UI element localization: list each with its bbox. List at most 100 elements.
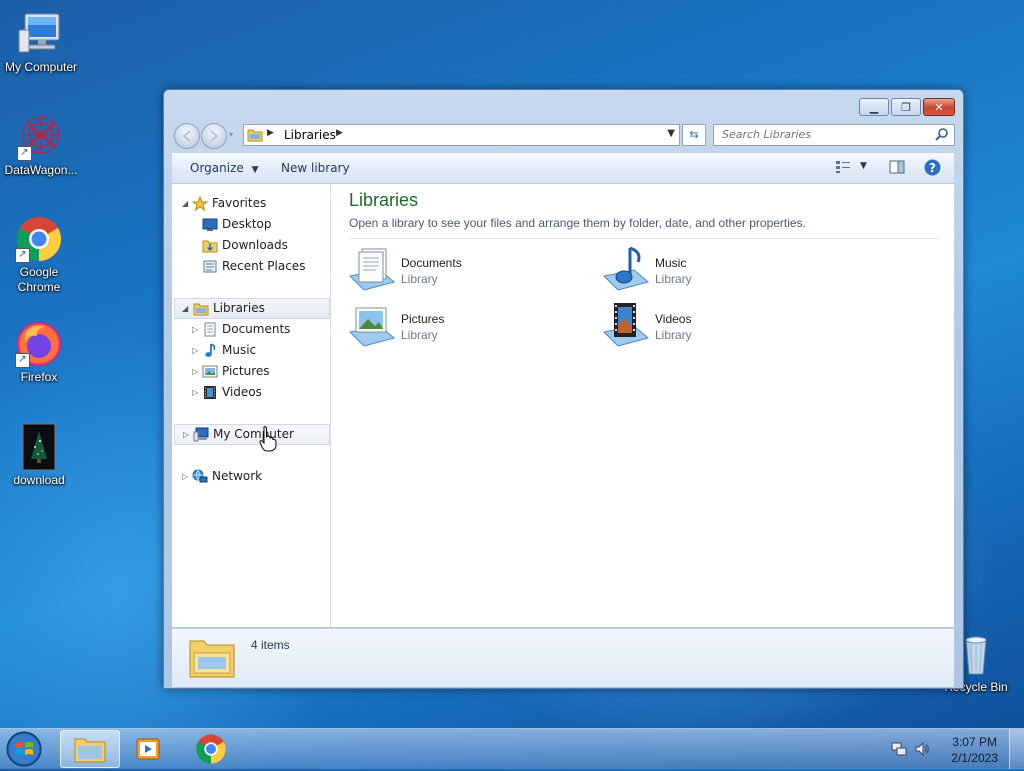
- tree-item-label: Documents: [222, 322, 291, 336]
- tree-item-label: Music: [222, 343, 257, 357]
- header-divider: [349, 238, 940, 239]
- collapsed-arrow-icon[interactable]: ▷: [182, 467, 188, 486]
- downloads-folder-icon: [202, 240, 218, 253]
- view-options-dropdown[interactable]: ▼: [860, 161, 867, 171]
- library-item-music[interactable]: Music Library: [602, 246, 832, 296]
- hand-cursor-icon: [259, 426, 277, 452]
- chrome-icon: ↗: [15, 215, 63, 263]
- tree-network[interactable]: ▷ Network: [174, 467, 328, 486]
- forward-button[interactable]: [201, 123, 227, 149]
- image-file-icon: [15, 423, 63, 471]
- desktop-icon-label: DataWagon...: [4, 163, 78, 177]
- breadcrumb-libraries[interactable]: Libraries: [284, 128, 336, 142]
- desktop-icon-firefox[interactable]: ↗ Firefox: [0, 320, 80, 385]
- network-icon: [192, 469, 208, 483]
- back-button[interactable]: [174, 123, 200, 149]
- maximize-button[interactable]: ❐: [891, 98, 921, 116]
- desktop-icon-download[interactable]: download: [0, 423, 80, 488]
- close-icon: ✕: [934, 100, 944, 114]
- refresh-button[interactable]: ⇆: [682, 124, 706, 146]
- restore-icon: ❐: [901, 100, 911, 114]
- page-subtitle: Open a library to see your files and arr…: [349, 216, 806, 230]
- taskbar: 3:07 PM 2/1/2023: [0, 728, 1024, 769]
- library-item-pictures[interactable]: Pictures Library: [348, 302, 578, 352]
- pictures-library-icon: [348, 307, 396, 347]
- library-item-name: Pictures: [401, 312, 445, 326]
- close-button[interactable]: ✕: [923, 98, 955, 116]
- recent-places-icon: [203, 260, 217, 273]
- tree-favorites[interactable]: ◢ Favorites: [172, 194, 328, 213]
- library-item-name: Videos: [655, 312, 692, 326]
- expanded-arrow-icon[interactable]: ◢: [182, 299, 188, 318]
- tree-item-label: Downloads: [222, 238, 288, 252]
- taskbar-media-player-button[interactable]: [120, 730, 178, 766]
- preview-pane-button[interactable]: [889, 160, 905, 177]
- command-bar: Organize ▼ New library ▼ ?: [172, 153, 954, 184]
- help-button[interactable]: ?: [924, 159, 941, 179]
- page-title: Libraries: [349, 190, 419, 210]
- recent-pages-dropdown[interactable]: ▾: [229, 130, 233, 139]
- chrome-icon: [196, 734, 226, 764]
- tree-item-label: Recent Places: [222, 259, 306, 273]
- library-item-type: Library: [401, 272, 438, 286]
- preview-pane-icon: [889, 160, 905, 174]
- tree-my-computer[interactable]: ▷ My Computer: [174, 424, 330, 445]
- tree-item-documents[interactable]: ▷ Documents: [172, 320, 328, 339]
- desktop-icon-google-chrome[interactable]: ↗ Google Chrome: [0, 215, 80, 295]
- change-view-button[interactable]: [835, 160, 851, 177]
- computer-icon: [17, 10, 65, 58]
- forward-arrow-icon: [210, 130, 219, 142]
- volume-tray-icon[interactable]: [914, 741, 930, 757]
- firefox-icon: ↗: [15, 320, 63, 368]
- navigation-bar: ▾ ▶ Libraries ▶ ▼ ⇆: [172, 123, 955, 149]
- collapsed-arrow-icon[interactable]: ▷: [192, 362, 198, 381]
- collapsed-arrow-icon[interactable]: ▷: [192, 383, 198, 402]
- documents-library-icon: [348, 248, 396, 291]
- network-tray-icon[interactable]: [891, 741, 907, 757]
- library-item-videos[interactable]: Videos Library: [602, 302, 832, 352]
- library-item-type: Library: [655, 272, 692, 286]
- tree-item-recent-places[interactable]: Recent Places: [172, 257, 328, 276]
- desktop-icon-label: My Computer: [4, 60, 78, 74]
- shortcut-arrow-icon: ↗: [17, 146, 32, 161]
- system-clock[interactable]: 3:07 PM 2/1/2023: [951, 734, 998, 766]
- desktop-icon-label: download: [13, 473, 65, 487]
- desktop-icon-datawagon[interactable]: ↗ DataWagon...: [0, 113, 82, 178]
- tree-libraries-label: Libraries: [213, 301, 265, 315]
- breadcrumb-chevron-icon[interactable]: ▶: [336, 128, 343, 138]
- help-icon: ?: [924, 159, 941, 176]
- tree-libraries[interactable]: ◢ Libraries: [174, 298, 330, 319]
- organize-button[interactable]: Organize ▼: [190, 161, 259, 175]
- taskbar-explorer-button[interactable]: [60, 730, 120, 768]
- tree-item-downloads[interactable]: Downloads: [172, 236, 328, 255]
- new-library-label: New library: [281, 161, 350, 175]
- new-library-button[interactable]: New library: [281, 161, 350, 175]
- collapsed-arrow-icon[interactable]: ▷: [183, 425, 189, 444]
- desktop-icon-my-computer[interactable]: My Computer: [0, 10, 82, 75]
- refresh-icon: ⇆: [689, 128, 699, 141]
- tree-item-desktop[interactable]: Desktop: [172, 215, 328, 234]
- address-history-dropdown-icon[interactable]: ▼: [667, 128, 675, 139]
- shortcut-arrow-icon: ↗: [15, 248, 30, 263]
- search-box[interactable]: [713, 124, 955, 146]
- tree-item-videos[interactable]: ▷ Videos: [172, 383, 328, 402]
- tree-network-label: Network: [212, 469, 263, 483]
- minimize-button[interactable]: ▁: [859, 98, 889, 116]
- tree-item-music[interactable]: ▷ Music: [172, 341, 328, 360]
- content-pane: Libraries Open a library to see your fil…: [331, 184, 954, 627]
- library-item-documents[interactable]: Documents Library: [348, 246, 578, 296]
- favorites-star-icon: [192, 196, 208, 211]
- show-desktop-button[interactable]: [1009, 729, 1024, 769]
- taskbar-chrome-button[interactable]: [182, 730, 240, 766]
- folder-icon: [74, 738, 106, 763]
- tree-item-pictures[interactable]: ▷ Pictures: [172, 362, 328, 381]
- start-button[interactable]: [4, 730, 48, 768]
- clock-date: 2/1/2023: [951, 751, 998, 765]
- tree-item-label: Pictures: [222, 364, 270, 378]
- search-input[interactable]: [720, 127, 924, 142]
- address-bar[interactable]: ▶ Libraries ▶ ▼: [243, 124, 680, 146]
- expanded-arrow-icon[interactable]: ◢: [182, 194, 188, 213]
- collapsed-arrow-icon[interactable]: ▷: [192, 341, 198, 360]
- library-item-type: Library: [655, 328, 692, 342]
- collapsed-arrow-icon[interactable]: ▷: [192, 320, 198, 339]
